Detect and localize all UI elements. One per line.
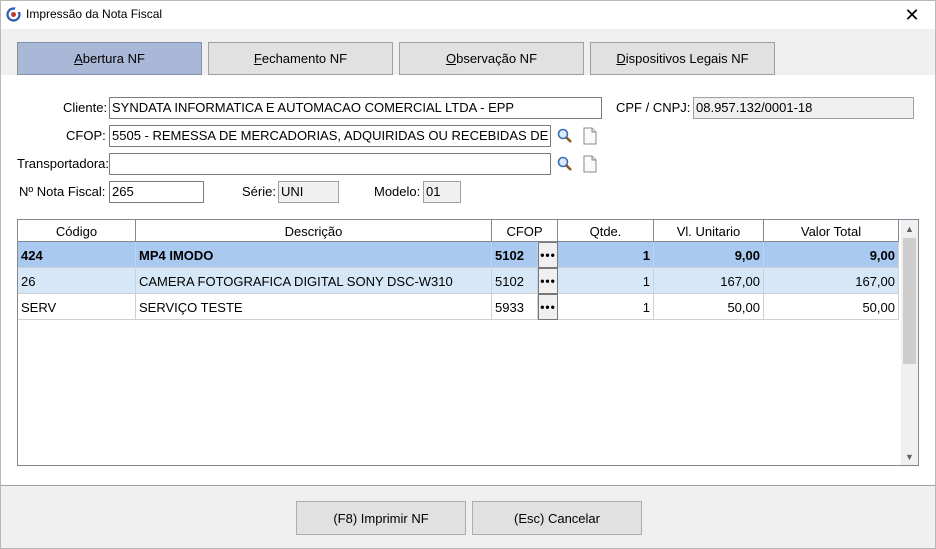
cell-qtde: 1 [558, 268, 654, 294]
cell-valor-total: 50,00 [764, 294, 899, 320]
cfop-ellipsis-button[interactable]: ••• [538, 242, 558, 268]
cfop-document-icon[interactable] [581, 127, 599, 145]
nota-fiscal-field[interactable]: 265 [109, 181, 204, 203]
tab-dispositivos-accel: D [616, 51, 626, 66]
header-valor-total[interactable]: Valor Total [764, 220, 899, 242]
vertical-scrollbar[interactable]: ▲ ▼ [901, 220, 918, 465]
scroll-thumb[interactable] [903, 238, 916, 364]
serie-field[interactable]: UNI [278, 181, 339, 203]
table-row[interactable]: 424 MP4 IMODO 5102 ••• 1 9,00 9,00 [18, 242, 899, 268]
header-cfop[interactable]: CFOP [492, 220, 558, 242]
cell-cfop: 5933 [492, 294, 538, 320]
tab-abertura-accel: A [74, 51, 83, 66]
tab-dispositivos-legais-nf[interactable]: Dispositivos Legais NF [590, 42, 775, 75]
modelo-label: Modelo: [374, 184, 421, 199]
grid-header: Código Descrição CFOP Qtde. Vl. Unitario… [18, 220, 899, 242]
close-button[interactable]: ✕ [889, 1, 935, 29]
close-icon: ✕ [904, 4, 920, 25]
cliente-field[interactable]: SYNDATA INFORMATICA E AUTOMACAO COMERCIA… [109, 97, 602, 119]
cell-descricao: CAMERA FOTOGRAFICA DIGITAL SONY DSC-W310 [136, 268, 492, 294]
tab-abertura-label: bertura NF [82, 51, 145, 66]
cfop-search-icon[interactable] [556, 127, 574, 145]
header-descricao[interactable]: Descrição [136, 220, 492, 242]
table-row[interactable]: SERV SERVIÇO TESTE 5933 ••• 1 50,00 50,0… [18, 294, 899, 320]
cfop-ellipsis-button[interactable]: ••• [538, 268, 558, 294]
cliente-label: Cliente: [63, 100, 108, 115]
footer-divider [1, 485, 935, 486]
serie-label: Série: [242, 184, 276, 199]
cell-descricao: SERVIÇO TESTE [136, 294, 492, 320]
print-nf-button[interactable]: (F8) Imprimir NF [296, 501, 466, 535]
cell-vl-unitario: 9,00 [654, 242, 764, 268]
tab-observacao-label: bservação NF [456, 51, 538, 66]
modelo-field[interactable]: 01 [423, 181, 461, 203]
tab-dispositivos-label: ispositivos Legais NF [625, 51, 749, 66]
cell-codigo: 424 [18, 242, 136, 268]
cell-codigo: 26 [18, 268, 136, 294]
cancel-button[interactable]: (Esc) Cancelar [472, 501, 642, 535]
cell-descricao: MP4 IMODO [136, 242, 492, 268]
cell-vl-unitario: 50,00 [654, 294, 764, 320]
cfop-ellipsis-button[interactable]: ••• [538, 294, 558, 320]
scroll-down-icon[interactable]: ▼ [901, 448, 918, 465]
tab-observacao-nf[interactable]: Observação NF [399, 42, 584, 75]
tab-observacao-accel: O [445, 51, 457, 66]
transportadora-field[interactable] [109, 153, 551, 175]
tab-fechamento-nf[interactable]: Fechamento NF [208, 42, 393, 75]
tab-fechamento-label: echamento NF [261, 51, 348, 66]
header-qtde[interactable]: Qtde. [558, 220, 654, 242]
header-codigo[interactable]: Código [18, 220, 136, 242]
cpf-cnpj-field[interactable]: 08.957.132/0001-18 [693, 97, 914, 119]
nota-fiscal-label: Nº Nota Fiscal: [19, 184, 106, 199]
cell-qtde: 1 [558, 242, 654, 268]
cell-cfop: 5102 [492, 242, 538, 268]
cell-codigo: SERV [18, 294, 136, 320]
cfop-field[interactable]: 5505 - REMESSA DE MERCADORIAS, ADQUIRIDA… [109, 125, 551, 147]
header-vl-unitario[interactable]: Vl. Unitario [654, 220, 764, 242]
transportadora-search-icon[interactable] [556, 155, 574, 173]
items-grid[interactable]: Código Descrição CFOP Qtde. Vl. Unitario… [17, 219, 919, 466]
cell-qtde: 1 [558, 294, 654, 320]
print-invoice-window: Impressão da Nota Fiscal ✕ Abertura NF F… [0, 0, 936, 549]
scroll-up-icon[interactable]: ▲ [901, 220, 918, 237]
cell-valor-total: 167,00 [764, 268, 899, 294]
tab-fechamento-accel: F [253, 51, 262, 66]
cpf-cnpj-label: CPF / CNPJ: [616, 100, 691, 115]
cell-valor-total: 9,00 [764, 242, 899, 268]
table-row[interactable]: 26 CAMERA FOTOGRAFICA DIGITAL SONY DSC-W… [18, 268, 899, 294]
transportadora-document-icon[interactable] [581, 155, 599, 173]
cfop-label: CFOP: [66, 128, 106, 143]
title-bar: Impressão da Nota Fiscal ✕ [1, 1, 935, 29]
cell-cfop: 5102 [492, 268, 538, 294]
cell-vl-unitario: 167,00 [654, 268, 764, 294]
window-title: Impressão da Nota Fiscal [26, 7, 163, 21]
tab-abertura-nf[interactable]: Abertura NF [17, 42, 202, 75]
nf-app-icon [6, 7, 21, 22]
transportadora-label: Transportadora: [17, 156, 110, 171]
